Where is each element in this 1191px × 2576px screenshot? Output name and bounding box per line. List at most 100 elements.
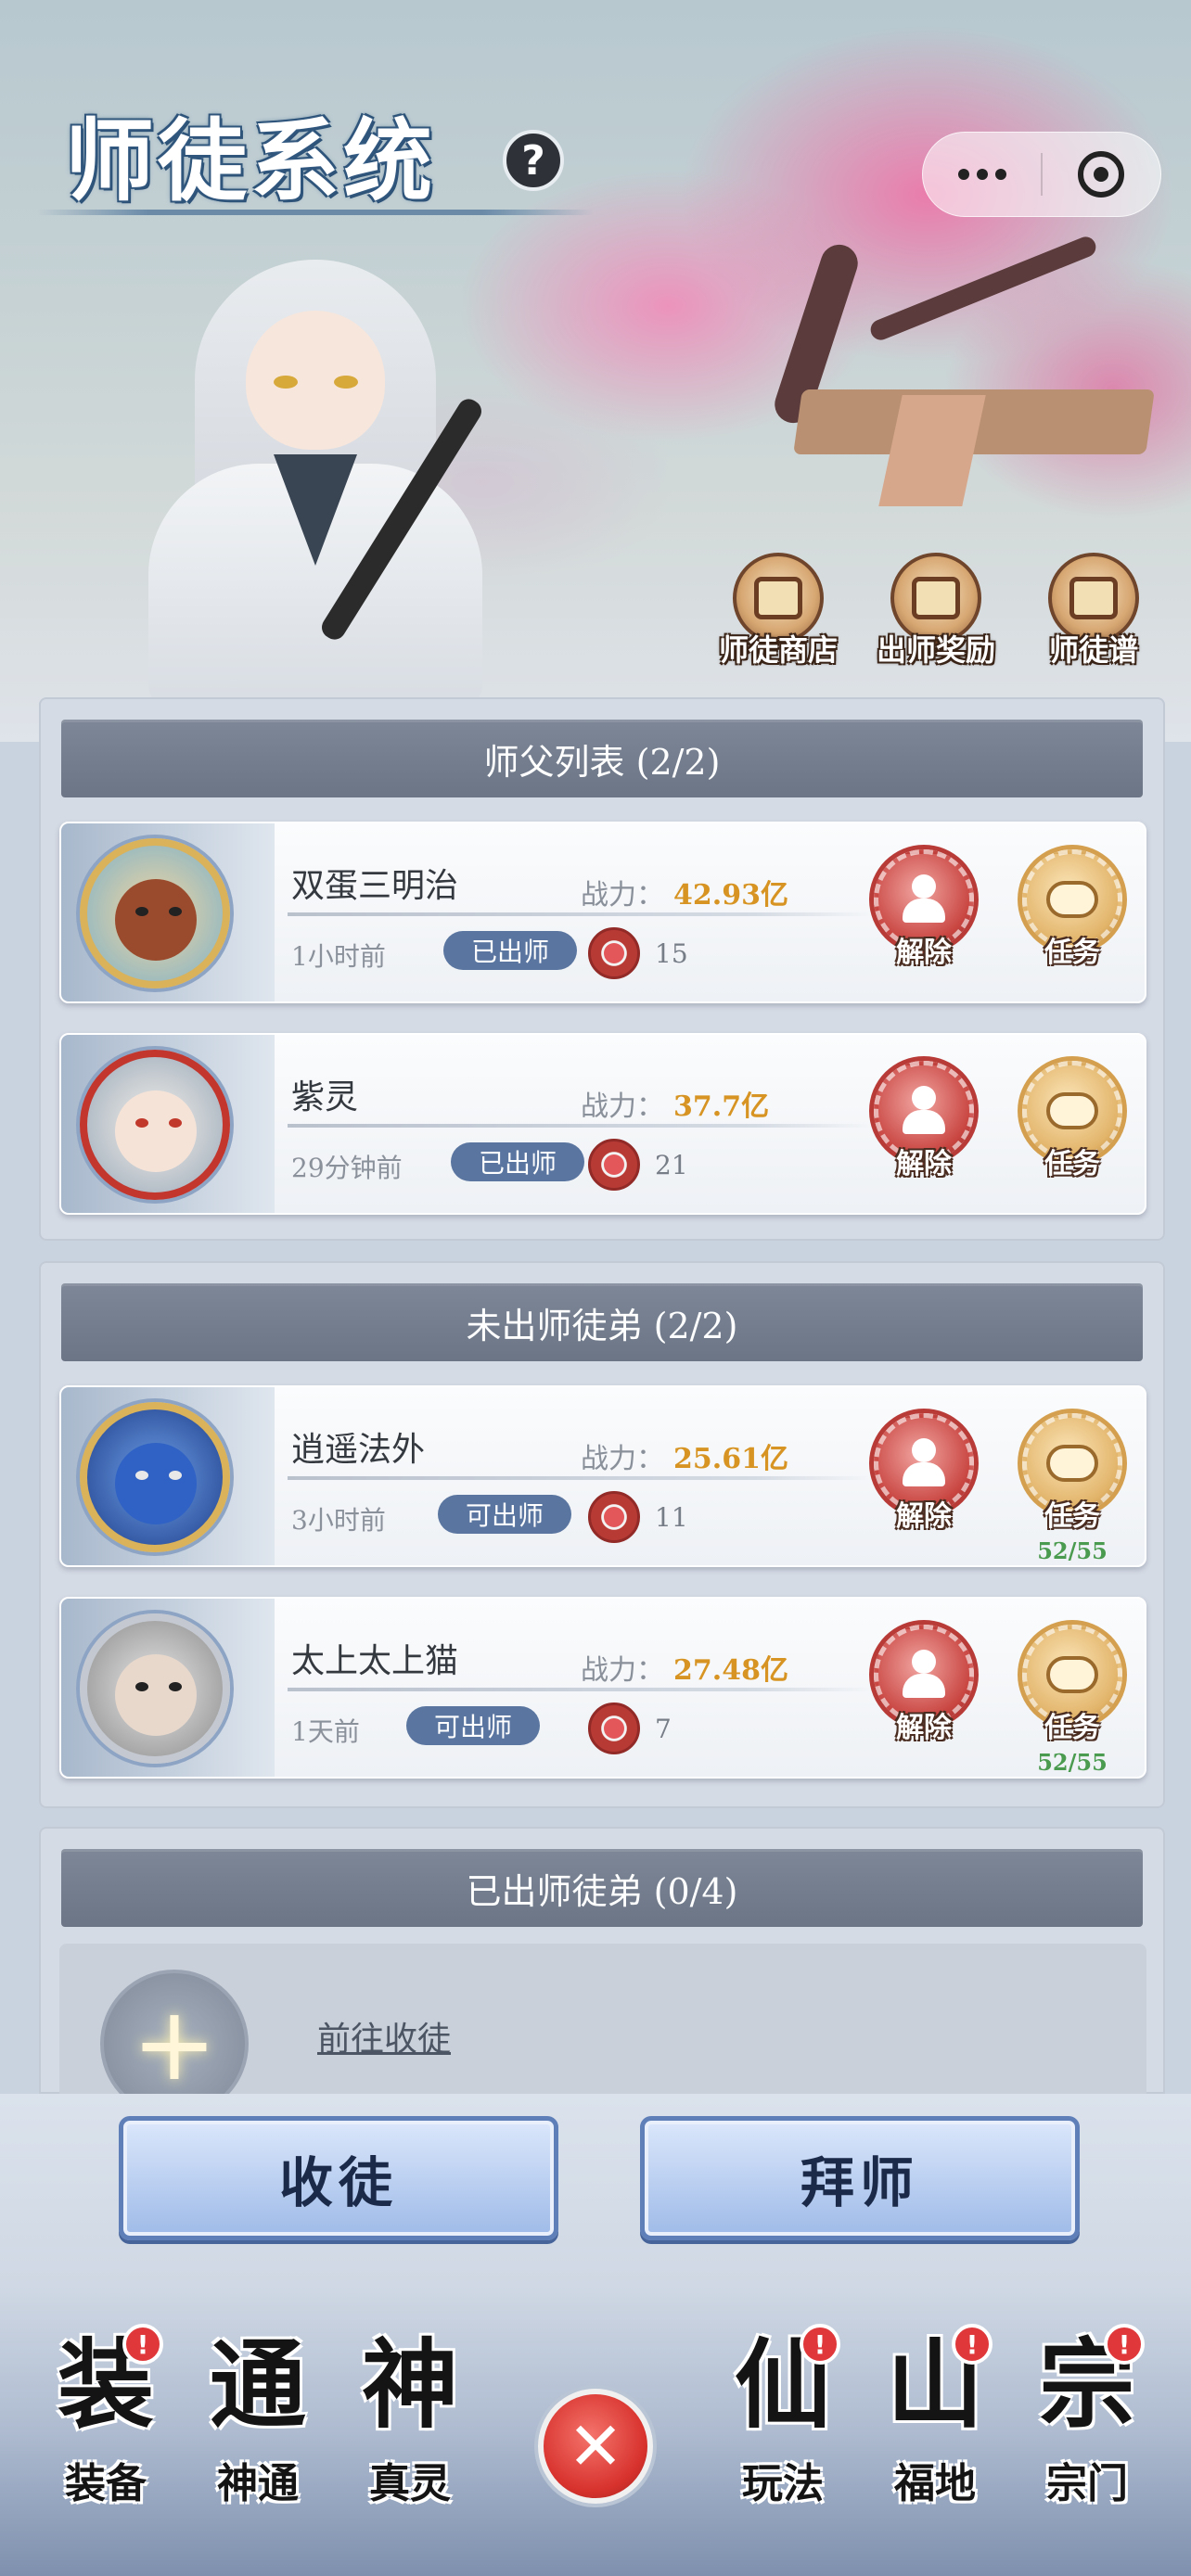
masters-panel: 师父列表 (2/2) 双蛋三明治 战力： 42.93亿 1小时前 已出师 15 … <box>39 697 1165 1241</box>
intimacy-icon <box>588 927 640 979</box>
last-online: 1天前 <box>291 1716 360 1747</box>
intimacy-icon <box>588 1702 640 1754</box>
power-label: 战力： <box>581 879 664 912</box>
remove-button[interactable]: 解除 <box>868 1061 980 1209</box>
masters-header: 师父列表 (2/2) <box>61 720 1143 797</box>
nav-label: 神通 <box>217 2460 299 2507</box>
player-name: 太上太上猫 <box>291 1642 459 1680</box>
nav-spirit[interactable]: 神 真灵 <box>345 2326 475 2530</box>
character-face <box>246 311 385 450</box>
last-online: 3小时前 <box>291 1505 386 1536</box>
nav-label: 福地 <box>894 2460 976 2507</box>
intimacy-value: 7 <box>655 1714 672 1744</box>
remove-label: 解除 <box>896 937 952 969</box>
intimacy-value: 15 <box>655 938 688 969</box>
nav-label: 真灵 <box>369 2460 451 2507</box>
apprentices-header: 未出师徒弟 (2/2) <box>61 1283 1143 1361</box>
close-menu-button[interactable]: ✕ <box>538 2389 653 2504</box>
nav-blessed-land[interactable]: 山 福地 ! <box>870 2324 1000 2530</box>
apprentice-row[interactable]: 太上太上猫 战力： 27.48亿 1天前 可出师 7 解除 任务 52/55 <box>59 1597 1146 1779</box>
remove-label: 解除 <box>896 1500 952 1533</box>
task-button[interactable]: 任务 <box>1017 849 1128 998</box>
power-value: 27.48亿 <box>673 1654 788 1687</box>
avatar-face <box>115 1090 197 1172</box>
master-row[interactable]: 双蛋三明治 战力： 42.93亿 1小时前 已出师 15 解除 任务 <box>59 822 1146 1003</box>
last-online: 1小时前 <box>291 941 386 972</box>
spirit-icon: 神 <box>361 2327 458 2442</box>
task-button[interactable]: 任务 52/55 <box>1017 1625 1128 1776</box>
remove-button[interactable]: 解除 <box>868 1625 980 1773</box>
graduated-panel: 已出师徒弟 (0/4) + 前往收徒 <box>39 1827 1165 2118</box>
power-label: 战力： <box>581 1090 664 1123</box>
task-button[interactable]: 任务 52/55 <box>1017 1413 1128 1564</box>
master-row[interactable]: 紫灵 战力： 37.7亿 29分钟前 已出师 21 解除 任务 <box>59 1033 1146 1215</box>
remove-button[interactable]: 解除 <box>868 849 980 998</box>
power-value: 37.7亿 <box>673 1090 770 1123</box>
task-label: 任务 <box>1044 1148 1100 1180</box>
more-icon[interactable] <box>923 132 1041 217</box>
status-badge: 可出师 <box>406 1706 541 1745</box>
avatar-eye <box>135 907 148 916</box>
miniprogram-capsule <box>922 132 1161 217</box>
lineage-book-button[interactable]: 师徒谱 <box>1024 553 1163 673</box>
nav-sect[interactable]: 宗 宗门 ! <box>1022 2324 1152 2530</box>
remove-label: 解除 <box>896 1712 952 1744</box>
apprentice-button[interactable]: 拜师 <box>640 2116 1080 2240</box>
recruit-link[interactable]: 前往收徒 <box>317 2012 451 2060</box>
graduation-reward-label: 出师奖励 <box>876 632 995 668</box>
avatar[interactable] <box>80 1613 230 1764</box>
avatar[interactable] <box>80 1402 230 1552</box>
character-eye-left <box>274 376 298 389</box>
graduation-reward-button[interactable]: 出师奖励 <box>866 553 1005 673</box>
avatar-eye <box>135 1471 148 1480</box>
page-title: 师徒系统 <box>65 108 436 213</box>
name-divider <box>288 1124 872 1128</box>
notification-badge: ! <box>800 2324 840 2365</box>
task-label: 任务 <box>1044 1500 1100 1533</box>
avatar-face <box>115 1443 197 1524</box>
apprentices-panel: 未出师徒弟 (2/2) 逍遥法外 战力： 25.61亿 3小时前 可出师 11 … <box>39 1261 1165 1808</box>
power-value: 42.93亿 <box>673 879 788 912</box>
status-badge: 已出师 <box>451 1142 585 1181</box>
tree-branch <box>867 234 1099 343</box>
player-name: 双蛋三明治 <box>291 867 459 905</box>
intimacy-value: 11 <box>655 1502 688 1533</box>
notification-badge: ! <box>1104 2324 1145 2365</box>
name-divider <box>288 1476 872 1480</box>
title-underline <box>37 210 594 215</box>
close-miniprogram-icon[interactable] <box>1043 132 1160 217</box>
last-online: 29分钟前 <box>291 1153 403 1183</box>
character-eye-right <box>334 376 358 389</box>
avatar-eye <box>169 1118 182 1128</box>
powers-icon: 通 <box>209 2327 306 2442</box>
help-icon[interactable]: ? <box>503 130 564 191</box>
shop-label: 师徒商店 <box>718 632 838 668</box>
graduated-header: 已出师徒弟 (0/4) <box>61 1849 1143 1927</box>
remove-label: 解除 <box>896 1148 952 1180</box>
avatar-eye <box>135 1118 148 1128</box>
player-name: 紫灵 <box>291 1078 359 1116</box>
notification-badge: ! <box>952 2324 992 2365</box>
nav-label: 宗门 <box>1046 2460 1128 2507</box>
nav-equipment[interactable]: 装 装备 ! <box>41 2324 171 2530</box>
intimacy-value: 21 <box>655 1150 688 1180</box>
name-divider <box>288 1688 872 1691</box>
task-label: 任务 <box>1044 1712 1100 1744</box>
intimacy-icon <box>588 1139 640 1191</box>
nav-powers[interactable]: 通 神通 <box>193 2326 323 2530</box>
avatar-eye <box>169 907 182 916</box>
shop-button[interactable]: 师徒商店 <box>709 553 848 673</box>
name-divider <box>288 912 872 916</box>
nav-label: 玩法 <box>742 2460 824 2507</box>
avatar-face <box>115 879 197 961</box>
task-button[interactable]: 任务 <box>1017 1061 1128 1209</box>
avatar[interactable] <box>80 838 230 988</box>
remove-button[interactable]: 解除 <box>868 1413 980 1562</box>
recruit-slot[interactable]: + 前往收徒 <box>59 1944 1146 2118</box>
recruit-button[interactable]: 收徒 <box>119 2116 558 2240</box>
avatar[interactable] <box>80 1050 230 1200</box>
power-label: 战力： <box>581 1443 664 1475</box>
avatar-eye <box>169 1682 182 1691</box>
nav-gameplay[interactable]: 仙 玩法 ! <box>718 2324 848 2530</box>
apprentice-row[interactable]: 逍遥法外 战力： 25.61亿 3小时前 可出师 11 解除 任务 52/55 <box>59 1385 1146 1567</box>
